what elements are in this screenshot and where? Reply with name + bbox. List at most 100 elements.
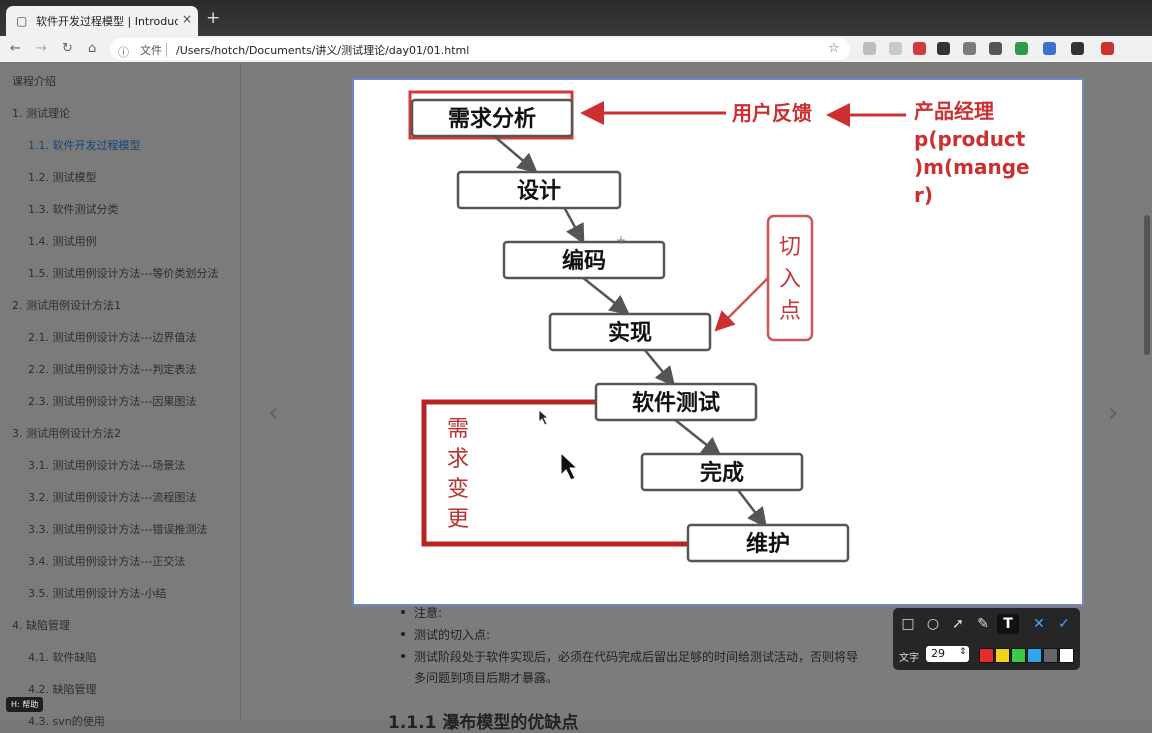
- step-box: 完成: [640, 452, 804, 492]
- extension-icon[interactable]: [989, 42, 1002, 55]
- step-label: 实现: [608, 320, 652, 346]
- section-heading: 1.1.1 瀑布模型的优缺点: [388, 713, 579, 733]
- arrow-tool-icon[interactable]: ➚: [947, 614, 969, 634]
- user-feedback-label: 用户反馈: [732, 101, 812, 125]
- sidebar-item[interactable]: 4.3. svn的使用: [28, 713, 105, 729]
- flow-arrow: [737, 489, 768, 528]
- extension-icon[interactable]: [889, 42, 902, 55]
- font-size-stepper[interactable]: 29 ⇕: [926, 646, 969, 662]
- sidebar-item[interactable]: 3.5. 测试用例设计方法-小结: [28, 585, 166, 601]
- entry-point-arrow: [714, 277, 769, 332]
- font-size-value: 29: [931, 647, 945, 660]
- text-tool-icon[interactable]: T: [997, 614, 1019, 634]
- sidebar-item[interactable]: 2. 测试用例设计方法1: [12, 297, 121, 313]
- flow-arrow: [562, 206, 585, 245]
- sidebar-item[interactable]: 课程介绍: [12, 73, 56, 89]
- sidebar-item[interactable]: 3.4. 测试用例设计方法---正交法: [28, 553, 185, 569]
- help-badge[interactable]: H: 帮助: [6, 697, 44, 712]
- confirm-tool-icon[interactable]: ✓: [1053, 614, 1075, 634]
- scheme-label: 文件: [140, 44, 162, 57]
- reload-icon[interactable]: ↻: [62, 41, 73, 56]
- url-text[interactable]: /Users/hotch/Documents/讲义/测试理论/day01/01.…: [176, 42, 469, 58]
- tab-strip: ▢ 软件开发过程模型 | Introductio × +: [0, 0, 1152, 36]
- entry-point-char: 切: [779, 235, 801, 260]
- book-icon: ▢: [16, 14, 28, 28]
- bookmark-star-icon[interactable]: ☆: [828, 41, 840, 56]
- pm-label-line: 产品经理: [914, 99, 994, 123]
- sidebar-item[interactable]: 1.1. 软件开发过程模型: [28, 137, 141, 153]
- sidebar-item[interactable]: 2.3. 测试用例设计方法---因果图法: [28, 393, 196, 409]
- browser-tab[interactable]: ▢ 软件开发过程模型 | Introductio ×: [6, 6, 198, 36]
- extension-icon[interactable]: [1071, 42, 1084, 55]
- color-swatch[interactable]: [1011, 648, 1026, 663]
- sidebar-item[interactable]: 3.2. 测试用例设计方法---流程图法: [28, 489, 196, 505]
- next-page-chevron-icon[interactable]: ›: [1108, 398, 1118, 428]
- info-icon[interactable]: ⓘ: [118, 44, 129, 60]
- back-arrow-icon[interactable]: ←: [10, 41, 21, 56]
- flow-arrow: [673, 418, 722, 458]
- prev-page-chevron-icon[interactable]: ‹: [268, 398, 278, 428]
- annotation-toolbar: 文字 29 ⇕ □ ○ ➚ ✎ T ✕ ✓: [893, 608, 1080, 670]
- tab-title: 软件开发过程模型 | Introductio: [36, 15, 178, 28]
- stepper-arrows-icon[interactable]: ⇕: [959, 647, 967, 657]
- address-bar[interactable]: ⓘ 文件 /Users/hotch/Documents/讲义/测试理论/day0…: [110, 38, 850, 60]
- sidebar-item[interactable]: 1.4. 测试用例: [28, 233, 97, 249]
- extension-icon[interactable]: [1043, 42, 1056, 55]
- extension-icon[interactable]: [937, 42, 950, 55]
- rectangle-tool-icon[interactable]: □: [897, 614, 919, 634]
- home-icon[interactable]: ⌂: [88, 41, 96, 56]
- extension-icon[interactable]: [1101, 42, 1114, 55]
- note-text: 注意:: [414, 606, 443, 620]
- extension-icon[interactable]: [1015, 42, 1028, 55]
- forward-arrow-icon[interactable]: →: [36, 41, 47, 56]
- ellipse-tool-icon[interactable]: ○: [922, 614, 944, 634]
- extension-icon[interactable]: [913, 42, 926, 55]
- step-box: 编码: [502, 240, 666, 280]
- color-swatch[interactable]: [1059, 648, 1074, 663]
- text-size-label: 文字: [899, 653, 919, 664]
- sidebar-item[interactable]: 4.2. 缺陷管理: [28, 681, 97, 697]
- scrollbar-thumb[interactable]: [1144, 215, 1150, 355]
- color-swatch[interactable]: [995, 648, 1010, 663]
- extension-icon[interactable]: [963, 42, 976, 55]
- extension-icon[interactable]: [863, 42, 876, 55]
- pm-label-line: r): [914, 183, 933, 207]
- capture-region[interactable]: 需求分析 设计 编码 实现 软件测试 完成 维护 用户反馈 产品经理 p(pro…: [352, 78, 1084, 606]
- sidebar-item[interactable]: 1.2. 测试模型: [28, 169, 97, 185]
- flow-arrow: [643, 348, 676, 387]
- step-label: 编码: [562, 248, 606, 274]
- step-box: 实现: [548, 312, 712, 352]
- pm-label-line: )m(mange: [914, 155, 1030, 179]
- note-text: 测试的切入点:: [414, 628, 491, 642]
- step-label: 设计: [517, 179, 561, 204]
- step-box: 软件测试: [594, 382, 758, 422]
- waterfall-diagram: 需求分析 设计 编码 实现 软件测试 完成 维护 用户反馈 产品经理 p(pro…: [408, 90, 1030, 563]
- sidebar-item[interactable]: 1. 测试理论: [12, 105, 70, 121]
- color-swatch[interactable]: [1027, 648, 1042, 663]
- step-label: 维护: [746, 531, 790, 557]
- step-label: 完成: [700, 460, 744, 486]
- sidebar-item[interactable]: 4. 缺陷管理: [12, 617, 70, 633]
- flow-arrow: [493, 135, 538, 174]
- sidebar-item[interactable]: 2.1. 测试用例设计方法---边界值法: [28, 329, 196, 345]
- sidebar-item[interactable]: 2.2. 测试用例设计方法---判定表法: [28, 361, 196, 377]
- pm-label-line: p(product: [914, 127, 1026, 151]
- entry-point-char: 点: [779, 299, 801, 324]
- bullet: [401, 654, 405, 658]
- sidebar-item[interactable]: 1.5. 测试用例设计方法---等价类划分法: [28, 265, 218, 281]
- step-box: 需求分析: [410, 98, 574, 138]
- color-swatch[interactable]: [979, 648, 994, 663]
- close-icon[interactable]: ×: [182, 12, 192, 26]
- sidebar-item[interactable]: 3. 测试用例设计方法2: [12, 425, 121, 441]
- requirement-change-char: 变: [447, 477, 469, 502]
- brush-tool-icon[interactable]: ✎: [972, 614, 994, 634]
- new-tab-button[interactable]: +: [206, 8, 220, 28]
- requirement-change-char: 需: [447, 417, 469, 442]
- step-box: 设计: [456, 170, 622, 210]
- sidebar-item[interactable]: 4.1. 软件缺陷: [28, 649, 97, 665]
- color-swatch[interactable]: [1043, 648, 1058, 663]
- sidebar-item[interactable]: 3.3. 测试用例设计方法---错误推测法: [28, 521, 207, 537]
- sidebar-item[interactable]: 1.3. 软件测试分类: [28, 201, 119, 217]
- sidebar-item[interactable]: 3.1. 测试用例设计方法---场景法: [28, 457, 185, 473]
- cancel-tool-icon[interactable]: ✕: [1028, 614, 1050, 634]
